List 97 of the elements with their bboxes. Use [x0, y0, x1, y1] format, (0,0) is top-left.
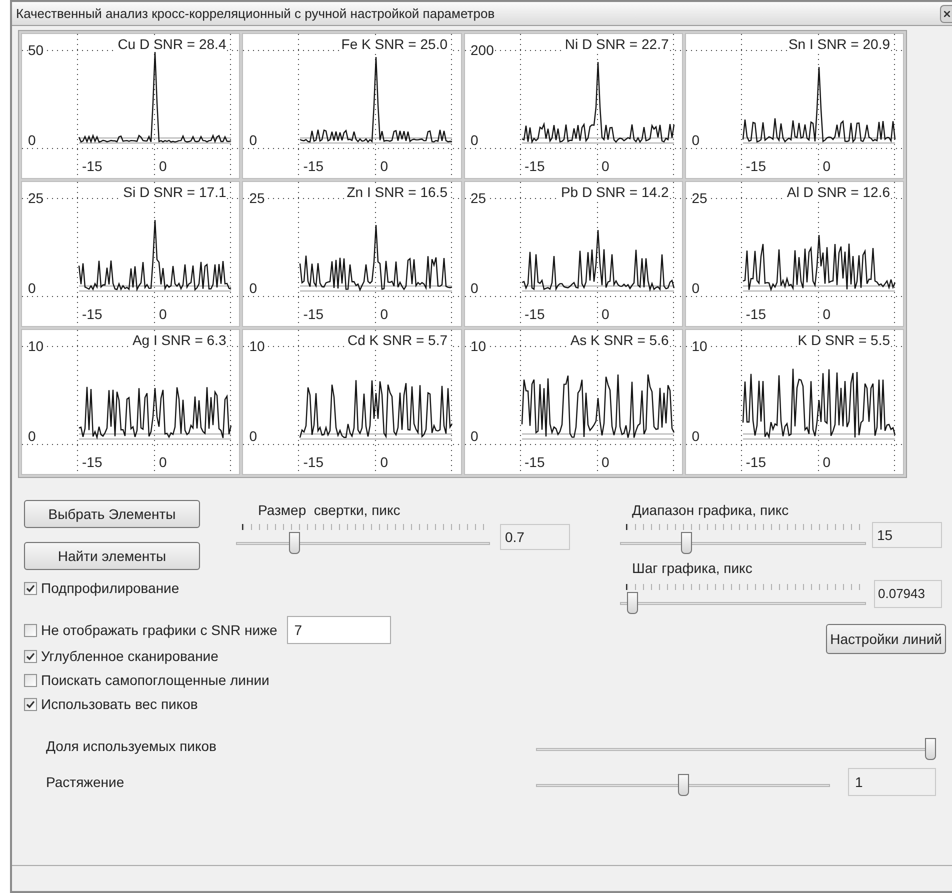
axis-label: 0 [28, 428, 36, 444]
slider-track[interactable] [620, 592, 866, 616]
axis-label: 0 [822, 158, 831, 174]
checkbox[interactable] [24, 698, 37, 710]
axis-label: -15 [303, 158, 324, 174]
chart-title: Ni D SNR = 22.7 [564, 36, 670, 52]
value-field[interactable]: 1 [848, 768, 936, 796]
checkmark-icon [26, 700, 35, 708]
axis-label: 10 [249, 338, 265, 354]
chart-title: Si D SNR = 17.1 [122, 184, 228, 200]
checkbox[interactable] [24, 624, 37, 636]
checkmark-icon [26, 584, 35, 592]
checkbox[interactable] [24, 582, 37, 594]
slider-label: Доля используемых пиков [46, 736, 218, 756]
checkbox-label: Углубленное сканирование [41, 646, 218, 666]
axis-label: -15 [82, 306, 102, 322]
axis-label: -15 [524, 454, 545, 470]
slider-thumb[interactable] [681, 532, 692, 554]
axis-label: -15 [746, 306, 766, 322]
axis-label: 25 [28, 190, 44, 206]
axis-label: -15 [82, 158, 102, 174]
axis-label: 10 [470, 338, 486, 354]
axis-label: -15 [303, 454, 324, 470]
slider-thumb[interactable] [289, 532, 300, 554]
chart-title: As K SNR = 5.6 [569, 332, 670, 348]
axis-label: 0 [380, 158, 388, 174]
slider-thumb[interactable] [925, 738, 936, 760]
axis-label: 0 [822, 454, 831, 470]
axis-label: 0 [28, 280, 36, 296]
chart-title: Ag I SNR = 6.3 [131, 332, 228, 348]
slider-track[interactable] [620, 532, 866, 556]
chart-title: Pb D SNR = 14.2 [560, 184, 670, 200]
slider-thumb[interactable] [627, 592, 638, 614]
checkbox[interactable] [24, 650, 37, 662]
value-field[interactable]: 15 [872, 522, 942, 548]
axis-label: 0 [822, 306, 831, 322]
chart-title: K D SNR = 5.5 [796, 332, 891, 348]
axis-label: 25 [249, 190, 265, 206]
axis-label: 0 [159, 158, 167, 174]
axis-label: 0 [249, 428, 258, 444]
axis-label: 0 [28, 132, 36, 148]
axis-label: 50 [28, 42, 44, 58]
axis-label: 0 [159, 454, 167, 470]
axis-label: 200 [470, 42, 494, 58]
axis-label: -15 [746, 454, 766, 470]
select-elements-button[interactable]: Выбрать Элементы [24, 500, 200, 528]
slider-label: Размер свертки, пикс [257, 501, 402, 520]
axis-label: 0 [692, 428, 700, 444]
value-field[interactable]: 0.7 [500, 524, 570, 550]
axis-label: 0 [249, 280, 258, 296]
snr-threshold-field[interactable]: 7 [287, 616, 392, 644]
slider-track[interactable] [536, 774, 830, 798]
slider-label: Растяжение [46, 772, 126, 792]
find-elements-button[interactable]: Найти элементы [24, 542, 200, 570]
axis-label: 0 [159, 306, 167, 322]
chart-title: Cu D SNR = 28.4 [116, 36, 228, 52]
axis-label: 25 [692, 190, 708, 206]
axis-label: 0 [602, 454, 610, 470]
axis-label: -15 [303, 306, 324, 322]
checkbox-label: Использовать вес пиков [41, 694, 198, 714]
axis-label: -15 [524, 306, 545, 322]
slider-label: Диапазон графика, пикс [631, 501, 790, 520]
axis-label: -15 [82, 454, 102, 470]
axis-label: 0 [470, 280, 478, 296]
axis-label: 0 [380, 454, 388, 470]
close-button[interactable] [940, 4, 952, 22]
checkbox-label: Поискать самопоглощенные линии [41, 670, 270, 690]
chart-title: Fe K SNR = 25.0 [340, 36, 448, 52]
axis-label: 0 [692, 280, 700, 296]
chart-title: Zn I SNR = 16.5 [346, 184, 448, 200]
axis-label: -15 [746, 158, 766, 174]
axis-label: 0 [470, 132, 478, 148]
checkmark-icon [26, 652, 35, 660]
value-field[interactable]: 0.07943 [874, 580, 942, 608]
axis-label: 10 [28, 338, 44, 354]
axis-label: 0 [470, 428, 478, 444]
axis-label: 0 [602, 306, 610, 322]
chart-title: Cd K SNR = 5.7 [346, 332, 448, 348]
slider-label: Шаг графика, пикс [631, 559, 754, 578]
checkbox-label: Не отображать графики с SNR ниже [41, 620, 278, 640]
axis-label: 0 [602, 158, 610, 174]
checkbox-label: Подпрофилирование [41, 578, 180, 598]
window-title: Качественный анализ кросс-корреляционный с ручной настройкой параметров [16, 4, 495, 23]
slider-thumb[interactable] [678, 774, 688, 796]
line-settings-button[interactable]: Настройки линий [826, 624, 946, 654]
axis-label: 0 [692, 132, 700, 148]
axis-label: 0 [249, 132, 258, 148]
axis-label: 0 [380, 306, 388, 322]
slider-track[interactable] [536, 738, 936, 762]
axis-label: 25 [470, 190, 486, 206]
checkbox[interactable] [24, 674, 37, 686]
chart-title: Al D SNR = 12.6 [786, 184, 891, 200]
axis-label: 10 [692, 338, 708, 354]
chart-title: Sn I SNR = 20.9 [787, 36, 891, 52]
close-icon [944, 10, 950, 16]
axis-label: -15 [524, 158, 545, 174]
slider-track[interactable] [236, 532, 490, 556]
